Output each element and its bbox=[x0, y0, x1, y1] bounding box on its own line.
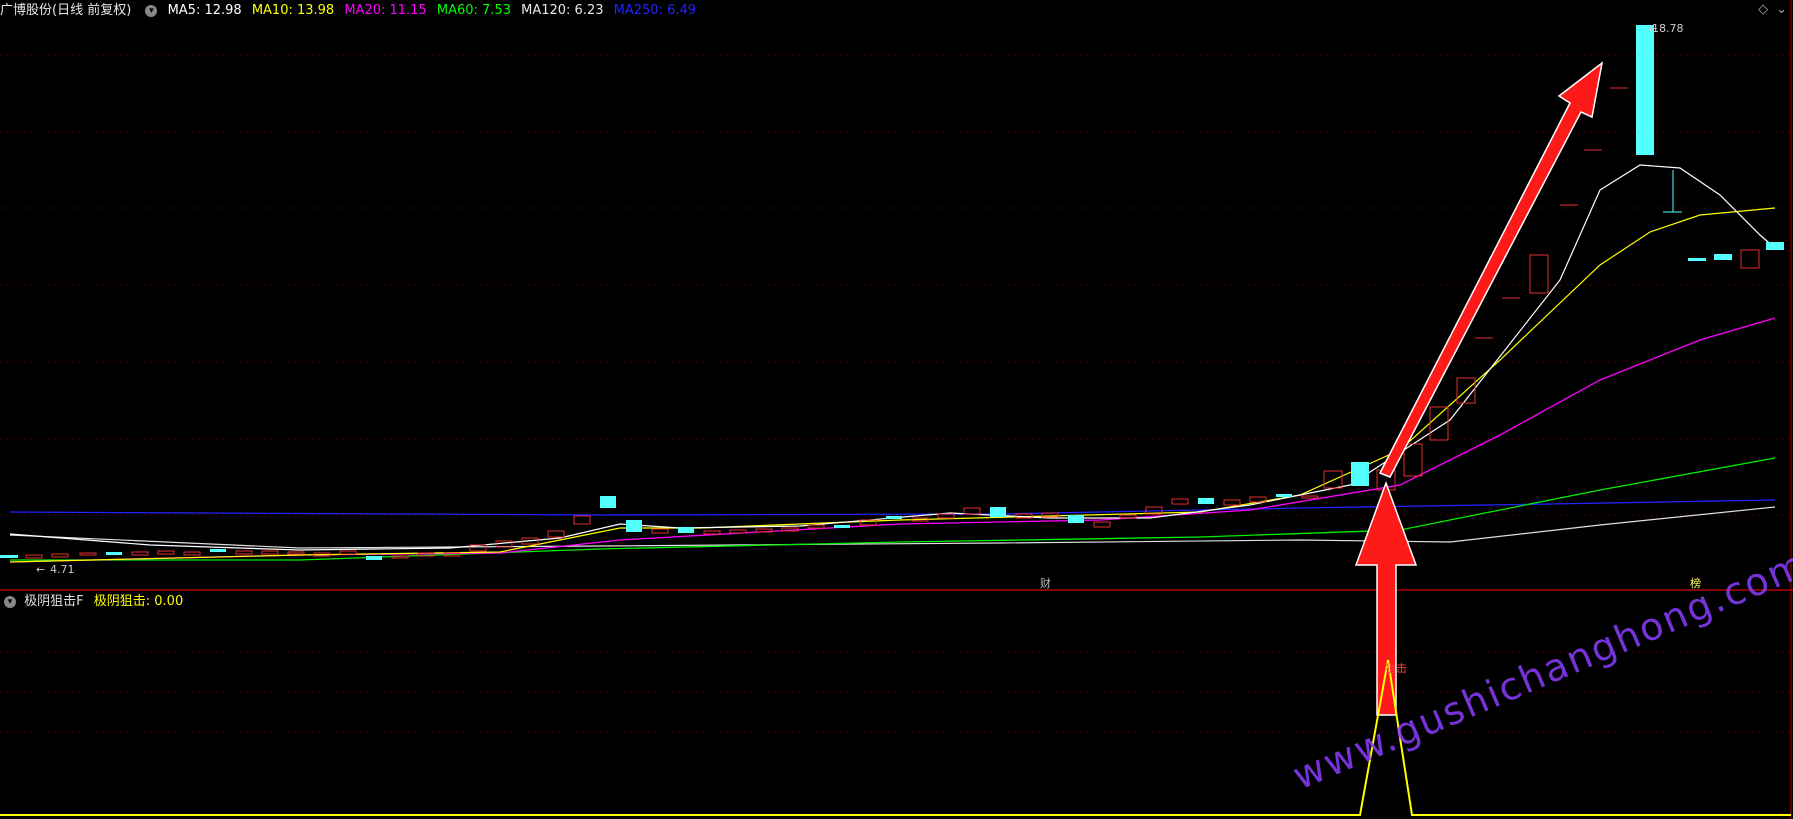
ma10-line bbox=[9, 207, 1776, 563]
annotation-arrow-up bbox=[1354, 480, 1418, 716]
indicator-header: ▾ 极阴狙击F 极阴狙击: 0.00 bbox=[0, 592, 183, 612]
indicator-toggle-icon[interactable]: ▾ bbox=[4, 595, 16, 608]
signal-label: 狙击 bbox=[1385, 662, 1407, 675]
low-price-label: 4.71 bbox=[50, 563, 75, 576]
chart-canvas[interactable]: 18.78 ← ← 4.71 财 榜 狙击 www.gushichanghong… bbox=[0, 0, 1793, 819]
grid-lines bbox=[0, 54, 1793, 733]
high-arrow-icon: ← bbox=[1648, 22, 1657, 35]
ma60-line bbox=[10, 457, 1776, 561]
candles bbox=[0, 25, 1784, 560]
indicator-name: 极阴狙击F bbox=[24, 594, 84, 609]
ma20-line bbox=[9, 317, 1776, 563]
event-marker-finance[interactable]: 财 bbox=[1040, 576, 1051, 590]
low-arrow-icon: ← bbox=[36, 563, 45, 576]
indicator-value: 极阴狙击: 0.00 bbox=[93, 594, 184, 609]
annotation-arrow-up-right bbox=[1378, 61, 1604, 478]
watermark-text: www.gushichanghong.com bbox=[1286, 541, 1793, 798]
